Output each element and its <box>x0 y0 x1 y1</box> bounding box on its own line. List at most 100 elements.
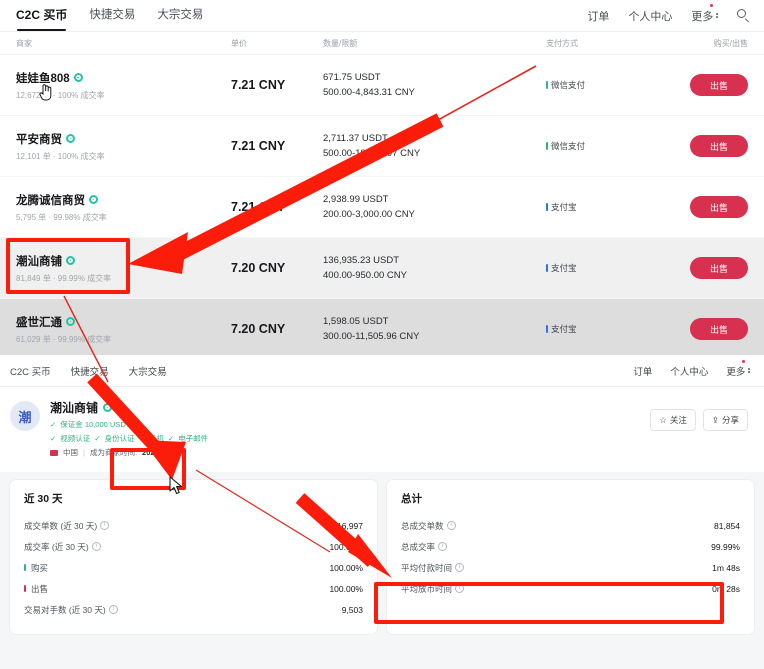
totals-highlight-box <box>374 582 724 624</box>
action-cell: 出售 <box>686 74 748 96</box>
verification-identity: 身份认证 <box>104 434 135 443</box>
tab-express-trade[interactable]: 快捷交易 <box>89 0 135 31</box>
merchant-name: 龙腾诚信商贸 <box>16 194 85 207</box>
check-icon: ✓ <box>50 434 57 443</box>
table-row[interactable]: 平安商贸 12,101 单 · 100% 成交率 7.21 CNY 2,711.… <box>0 116 764 177</box>
bottom-navbar: C2C 买币 快捷交易 大宗交易 订单 个人中心 更多 <box>0 355 764 386</box>
info-icon[interactable]: i <box>446 521 456 530</box>
stat-row: 总成交单数 i 81,854 <box>401 515 740 536</box>
merchant-stats: 12,101 单 · 100% 成交率 <box>16 151 105 161</box>
available-quantity: 136,935.23 USDT <box>323 255 400 266</box>
payment-method-label: 支付宝 <box>551 263 577 273</box>
payment-color-bar-icon <box>546 325 548 333</box>
card-title: 近 30 天 <box>24 493 63 505</box>
deposit-line: ✓ 保证金 10,000 USDT <box>50 419 208 430</box>
stat-value: 9,503 <box>341 604 363 615</box>
action-cell: 出售 <box>686 257 748 279</box>
order-limit: 200.00-3,000.00 CNY <box>323 209 415 220</box>
sell-button[interactable]: 出售 <box>690 318 748 340</box>
top-nav-links: 订单 个人中心 更多 <box>587 3 750 24</box>
info-icon[interactable]: i <box>455 563 465 572</box>
follow-button[interactable]: ☆ 关注 <box>650 409 696 431</box>
sell-color-bar-icon <box>24 585 26 592</box>
payment-cell: 支付宝 <box>546 262 686 274</box>
payment-method: 微信支付 <box>546 140 686 152</box>
order-limit: 300.00-11,505.96 CNY <box>323 331 420 342</box>
top-nav-tabs: C2C 买币 快捷交易 大宗交易 <box>16 0 203 31</box>
stat-row: 出售 100.00% <box>24 578 363 599</box>
stat-value: 99.99% <box>711 541 740 552</box>
merchant-name-row: 盛世汇通 <box>16 314 231 330</box>
verified-badge-icon <box>89 195 98 204</box>
sell-button[interactable]: 出售 <box>690 135 748 157</box>
info-icon[interactable]: i <box>91 542 101 551</box>
kebab-menu-icon <box>748 368 750 373</box>
info-icon[interactable]: i <box>438 542 448 551</box>
verified-badge-icon <box>73 73 83 82</box>
stat-label: 总成交单数 <box>401 520 444 531</box>
nav-link-orders[interactable]: 订单 <box>587 8 609 24</box>
hand-cursor-icon <box>39 84 52 101</box>
unit-price: 7.20 CNY <box>231 322 286 336</box>
merchant-cell[interactable]: 平安商贸 12,101 单 · 100% 成交率 <box>16 131 231 162</box>
stat-label: 购买 <box>31 562 49 573</box>
payment-method-label: 微信支付 <box>551 141 586 151</box>
payment-color-bar-icon <box>546 264 548 272</box>
top-navbar: C2C 买币 快捷交易 大宗交易 订单 个人中心 更多 <box>0 0 764 31</box>
nav-link-more[interactable]: 更多 <box>726 359 750 378</box>
tab-express-trade[interactable]: 快捷交易 <box>71 364 109 378</box>
payment-cell: 支付宝 <box>546 201 686 213</box>
stat-label: 成交单数 (近 30 天) <box>24 520 98 531</box>
table-header-row: 商家 单价 数量/限额 支付方式 购买/出售 <box>0 32 764 55</box>
unit-price: 7.20 CNY <box>231 261 286 275</box>
verification-video: 视频认证 <box>60 434 91 443</box>
nav-link-more[interactable]: 更多 <box>691 3 718 24</box>
merchant-cell[interactable]: 龙腾诚信商贸 5,795 单 · 99.98% 成交率 <box>16 192 231 223</box>
sell-button[interactable]: 出售 <box>690 74 748 96</box>
order-limit: 500.00-19,548.97 CNY <box>323 148 421 159</box>
table-row[interactable]: 娃娃鱼808 12,672 单 · 100% 成交率 7.21 CNY 671.… <box>0 55 764 116</box>
stat-label-wrap: 总成交单数 i <box>401 520 456 532</box>
payment-cell: 微信支付 <box>546 79 686 91</box>
tab-block-trade[interactable]: 大宗交易 <box>129 364 167 378</box>
flag-icon <box>50 449 58 456</box>
merchant-stats: 5,795 单 · 99.98% 成交率 <box>16 212 107 222</box>
stat-label-wrap: 总成交率 i <box>401 541 448 553</box>
tab-c2c-buy[interactable]: C2C 买币 <box>10 364 51 378</box>
sell-button[interactable]: 出售 <box>690 257 748 279</box>
sell-button[interactable]: 出售 <box>690 196 748 218</box>
nav-link-profile-center[interactable]: 个人中心 <box>628 8 672 24</box>
table-row[interactable]: 龙腾诚信商贸 5,795 单 · 99.98% 成交率 7.21 CNY 2,9… <box>0 177 764 238</box>
notification-dot-icon <box>710 3 713 7</box>
stat-value: 81,854 <box>714 520 740 531</box>
share-label: 分享 <box>721 415 739 425</box>
info-icon[interactable]: i <box>100 521 110 530</box>
merchant-stats: 61,029 单 · 99.99% 成交率 <box>16 334 112 344</box>
verification-phone: 手机 <box>148 434 164 443</box>
table-row[interactable]: 盛世汇通 61,029 单 · 99.99% 成交率 7.20 CNY 1,59… <box>0 299 764 355</box>
available-quantity: 2,711.37 USDT <box>323 133 388 144</box>
nav-link-profile-center[interactable]: 个人中心 <box>670 364 708 378</box>
payment-cell: 微信支付 <box>546 140 686 152</box>
check-icon: ✓ <box>50 420 57 429</box>
tab-block-trade[interactable]: 大宗交易 <box>157 0 203 31</box>
stat-value: 100.00% <box>329 583 363 594</box>
divider: | <box>83 448 85 457</box>
info-icon[interactable]: i <box>108 605 118 614</box>
share-icon: ⇪ <box>711 414 719 425</box>
merchant-cell[interactable]: 盛世汇通 61,029 单 · 99.99% 成交率 <box>16 314 231 345</box>
stats-card-last-30-days: 近 30 天 成交单数 (近 30 天) i 16,997 成交率 (近 30 … <box>10 480 377 634</box>
verified-badge-icon <box>66 134 75 143</box>
payment-cell: 支付宝 <box>546 323 686 335</box>
stat-row: 平均付款时间 i 1m 48s <box>401 557 740 578</box>
share-button[interactable]: ⇪ 分享 <box>702 409 748 431</box>
payment-method: 支付宝 <box>546 323 686 335</box>
column-header-merchant: 商家 <box>16 38 32 48</box>
payment-method: 支付宝 <box>546 201 686 213</box>
quantity-cell: 2,711.37 USDT 500.00-19,548.97 CNY <box>323 133 546 159</box>
tab-c2c-buy[interactable]: C2C 买币 <box>16 0 67 31</box>
profile-actions: ☆ 关注 ⇪ 分享 <box>650 409 748 431</box>
merchant-name-row: 潮汕商铺 <box>50 399 208 416</box>
nav-link-orders[interactable]: 订单 <box>633 364 652 378</box>
search-icon[interactable] <box>737 9 750 22</box>
